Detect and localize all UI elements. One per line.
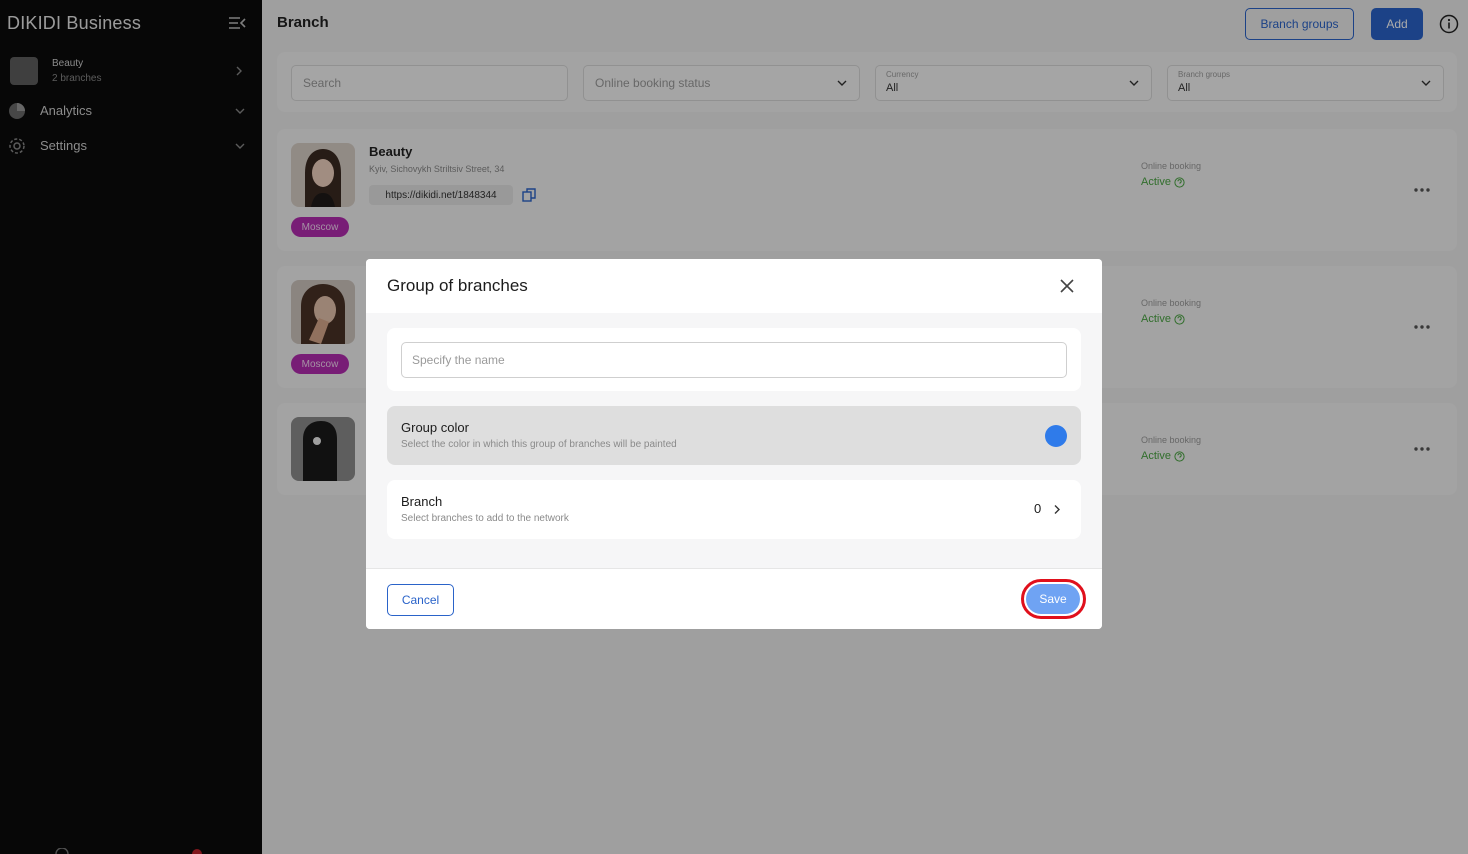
dialog-footer: Cancel Save <box>366 568 1102 629</box>
branch-select-row[interactable]: Branch Select branches to add to the net… <box>387 480 1081 539</box>
cancel-button[interactable]: Cancel <box>387 584 454 616</box>
selected-branch-count: 0 <box>1034 501 1042 516</box>
dialog-title: Group of branches <box>387 276 528 295</box>
save-button[interactable]: Save <box>1026 584 1080 614</box>
group-name-section <box>387 328 1081 391</box>
group-color-subtitle: Select the color in which this group of … <box>401 439 677 450</box>
group-color-row[interactable]: Group color Select the color in which th… <box>387 406 1081 465</box>
group-of-branches-dialog: Group of branches Group color Select the… <box>366 259 1102 629</box>
close-icon[interactable] <box>1058 277 1076 295</box>
branch-row-title: Branch <box>401 494 443 509</box>
branch-row-subtitle: Select branches to add to the network <box>401 513 569 524</box>
chevron-right-icon <box>1054 505 1060 514</box>
group-color-swatch[interactable] <box>1045 425 1067 447</box>
group-color-title: Group color <box>401 420 469 435</box>
group-name-input[interactable] <box>401 342 1067 378</box>
dialog-header: Group of branches <box>366 259 1102 313</box>
